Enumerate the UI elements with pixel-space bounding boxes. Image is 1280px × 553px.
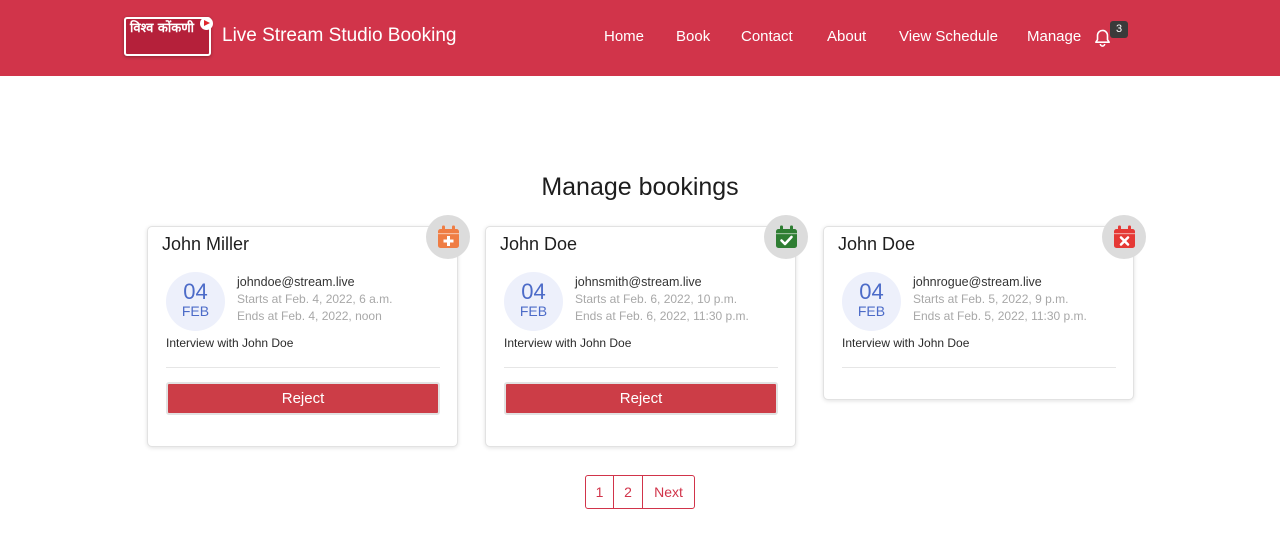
date-month: FEB — [857, 303, 886, 319]
brand-logo[interactable]: विश्व कोंकणी — [124, 17, 211, 56]
booking-end-time: Ends at Feb. 5, 2022, 11:30 p.m. — [913, 309, 1087, 323]
booking-card: John Doe 04 FEB johnrogue@stream.live St… — [823, 215, 1146, 400]
booking-card: John Miller 04 FEB johndoe@stream.live S… — [147, 215, 470, 447]
notification-badge: 3 — [1110, 21, 1128, 38]
nav-about[interactable]: About — [827, 27, 866, 46]
date-badge: 04 FEB — [842, 272, 901, 331]
logo-text: विश्व कोंकणी — [130, 21, 194, 36]
booking-email: johndoe@stream.live — [237, 275, 355, 289]
date-month: FEB — [519, 303, 548, 319]
date-badge: 04 FEB — [504, 272, 563, 331]
date-day: 04 — [521, 279, 546, 304]
page-1-link[interactable]: 1 — [586, 476, 613, 508]
nav-home[interactable]: Home — [604, 27, 644, 46]
divider — [504, 367, 778, 368]
next-page-link[interactable]: Next — [642, 476, 694, 508]
date-badge: 04 FEB — [166, 272, 225, 331]
booking-name: John Doe — [838, 234, 916, 254]
booking-end-time: Ends at Feb. 4, 2022, noon — [237, 309, 382, 323]
nav-view-schedule[interactable]: View Schedule — [899, 27, 998, 46]
divider — [842, 367, 1116, 368]
calendar-plus-icon — [438, 225, 459, 248]
booking-end-time: Ends at Feb. 6, 2022, 11:30 p.m. — [575, 309, 749, 323]
nav-manage[interactable]: Manage — [1027, 27, 1081, 46]
date-day: 04 — [183, 279, 208, 304]
status-badge — [1102, 215, 1146, 259]
reject-button[interactable]: Reject — [166, 382, 440, 415]
booking-email: johnrogue@stream.live — [913, 275, 1042, 289]
booking-description: Interview with John Doe — [504, 336, 632, 350]
calendar-times-icon — [1114, 225, 1135, 248]
booking-name: John Doe — [500, 234, 578, 254]
booking-start-time: Starts at Feb. 4, 2022, 6 a.m. — [237, 292, 393, 306]
pagination: 1 2 Next — [585, 475, 695, 509]
booking-description: Interview with John Doe — [166, 336, 294, 350]
calendar-check-icon — [776, 225, 797, 248]
booking-start-time: Starts at Feb. 5, 2022, 9 p.m. — [913, 292, 1069, 306]
top-navbar: विश्व कोंकणी Live Stream Studio Booking … — [0, 0, 1280, 76]
date-month: FEB — [181, 303, 210, 319]
status-badge — [764, 215, 808, 259]
divider — [166, 367, 440, 368]
booking-description: Interview with John Doe — [842, 336, 970, 350]
brand-title[interactable]: Live Stream Studio Booking — [222, 24, 456, 48]
status-badge — [426, 215, 470, 259]
booking-start-time: Starts at Feb. 6, 2022, 10 p.m. — [575, 292, 738, 306]
date-day: 04 — [859, 279, 884, 304]
page-2-link[interactable]: 2 — [613, 476, 642, 508]
reject-button[interactable]: Reject — [504, 382, 778, 415]
booking-card: John Doe 04 FEB johnsmith@stream.live St… — [485, 215, 808, 447]
booking-email: johnsmith@stream.live — [575, 275, 702, 289]
play-icon — [200, 17, 213, 30]
nav-book[interactable]: Book — [676, 27, 710, 46]
nav-contact[interactable]: Contact — [741, 27, 793, 46]
booking-name: John Miller — [162, 234, 250, 254]
page-title: Manage bookings — [541, 173, 739, 201]
